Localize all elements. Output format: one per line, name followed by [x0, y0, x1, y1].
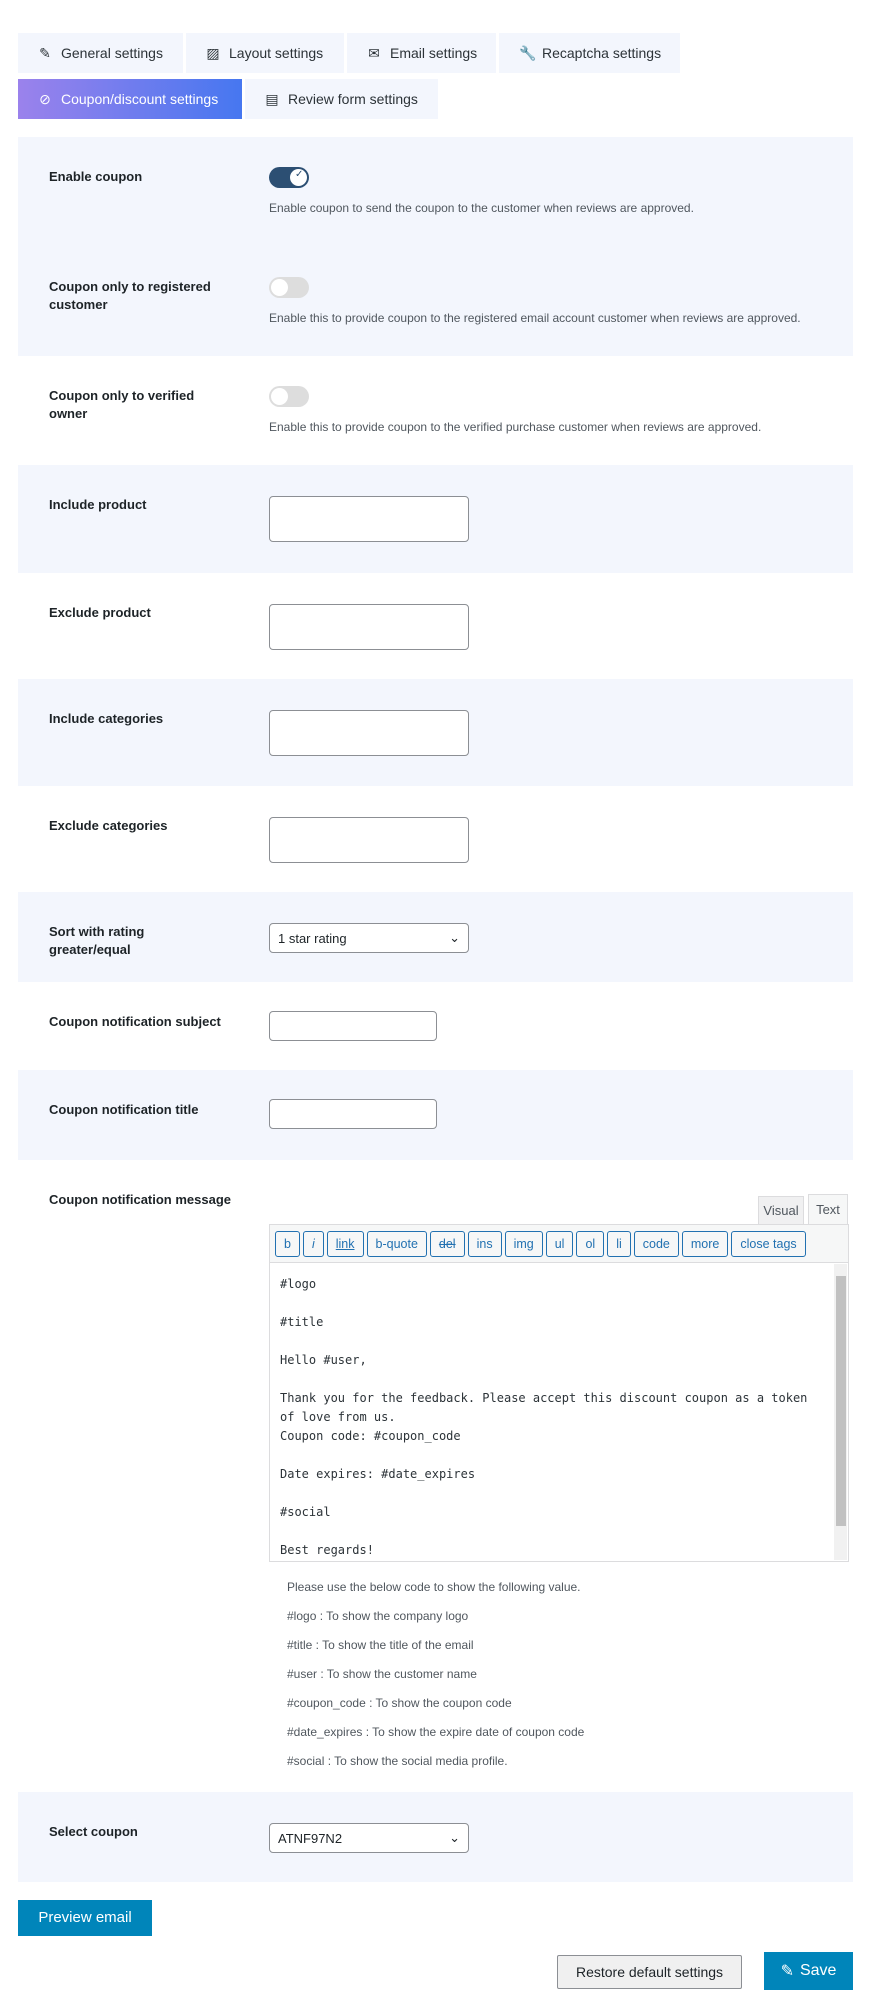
restore-default-button[interactable]: Restore default settings [557, 1955, 742, 1989]
notification-message-label: Coupon notification message [49, 1192, 232, 1207]
help-logo: #logo : To show the company logo [287, 1609, 469, 1623]
save-button[interactable]: ✎ Save [764, 1952, 853, 1990]
document-icon: ▤ [265, 90, 279, 107]
enable-coupon-desc: Enable coupon to send the coupon to the … [269, 201, 694, 215]
toolbar-button-more[interactable]: more [681, 1231, 729, 1257]
registered-customer-label: Coupon only to registered customer [49, 279, 211, 312]
check-icon: ✓ [295, 169, 304, 180]
verified-owner-toggle[interactable] [269, 386, 309, 407]
exclude-categories-label: Exclude categories [49, 818, 168, 833]
help-social: #social : To show the social media profi… [287, 1754, 508, 1768]
section-exclude-product: Exclude product [18, 573, 853, 679]
registered-customer-desc: Enable this to provide coupon to the reg… [269, 311, 801, 325]
toolbar-button-close-tags[interactable]: close tags [731, 1231, 806, 1257]
toolbar-button-i[interactable]: i [302, 1231, 324, 1257]
help-coupon-code: #coupon_code : To show the coupon code [287, 1696, 512, 1710]
toolbar-button-b[interactable]: b [275, 1231, 300, 1257]
notification-subject-label: Coupon notification subject [49, 1014, 221, 1029]
include-categories-input[interactable] [269, 710, 469, 756]
exclude-product-input[interactable] [269, 604, 469, 650]
select-coupon-select[interactable]: ATNF97N2 ⌄ [269, 1823, 469, 1853]
section-verified-owner: Coupon only to verified owner Enable thi… [18, 356, 853, 465]
section-sort-rating: Sort with rating greater/equal 1 star ra… [18, 892, 853, 982]
section-exclude-categories: Exclude categories [18, 786, 853, 892]
exclude-categories-input[interactable] [269, 817, 469, 863]
verified-owner-desc: Enable this to provide coupon to the ver… [269, 420, 762, 434]
toolbar-button-ol[interactable]: ol [576, 1231, 605, 1257]
notification-title-label: Coupon notification title [49, 1102, 199, 1117]
editor-tab-text[interactable]: Text [808, 1194, 848, 1225]
section-include-categories: Include categories [18, 679, 853, 786]
editor-scrollbar[interactable] [834, 1264, 847, 1560]
section-notification-message: Coupon notification message Visual Text … [18, 1160, 853, 1792]
select-coupon-label: Select coupon [49, 1824, 138, 1839]
section-notification-title: Coupon notification title [18, 1070, 853, 1160]
toolbar-button-img[interactable]: img [504, 1231, 543, 1257]
toolbar-button-link[interactable]: link [326, 1231, 364, 1257]
percent-icon: ⊘ [39, 90, 51, 107]
sort-rating-select[interactable]: 1 star rating ⌄ [269, 923, 469, 953]
include-categories-label: Include categories [49, 711, 164, 726]
notification-subject-input[interactable] [269, 1011, 437, 1041]
exclude-product-label: Exclude product [49, 605, 151, 620]
help-date-expires: #date_expires : To show the expire date … [287, 1725, 585, 1739]
toolbar-button-code[interactable]: code [633, 1231, 679, 1257]
edit-icon: ✎ [39, 44, 51, 61]
notification-title-input[interactable] [269, 1099, 437, 1129]
section-coupon-toggles: Enable coupon ✓ Enable coupon to send th… [18, 137, 853, 356]
editor-textarea[interactable]: #logo #title Hello #user, Thank you for … [269, 1262, 849, 1562]
section-include-product: Include product [18, 465, 853, 573]
section-select-coupon: Select coupon ATNF97N2 ⌄ [18, 1792, 853, 1882]
toolbar-button-ul[interactable]: ul [545, 1231, 574, 1257]
toolbar-button-ins[interactable]: ins [467, 1231, 502, 1257]
tab-email-settings[interactable]: ✉ Email settings [347, 33, 496, 73]
sort-rating-label: Sort with rating greater/equal [49, 924, 145, 957]
chevron-down-icon: ⌄ [449, 930, 460, 945]
help-title: #title : To show the title of the email [287, 1638, 474, 1652]
envelope-icon: ✉ [368, 44, 380, 61]
tab-layout-settings[interactable]: ▨ Layout settings [186, 33, 344, 73]
toolbar-button-del[interactable]: del [429, 1231, 465, 1257]
tab-review-form-settings[interactable]: ▤ Review form settings [245, 79, 438, 119]
verified-owner-label: Coupon only to verified owner [49, 388, 195, 421]
enable-coupon-toggle[interactable]: ✓ [269, 167, 309, 188]
include-product-input[interactable] [269, 496, 469, 542]
help-intro: Please use the below code to show the fo… [287, 1580, 581, 1594]
editor-toolbar: b i link b-quote del ins img ul ol li code more clos… [269, 1224, 849, 1263]
section-notification-subject: Coupon notification subject [18, 982, 853, 1070]
tab-coupon-discount-settings[interactable]: ⊘ Coupon/discount settings [18, 79, 242, 119]
preview-email-button[interactable]: Preview email [18, 1900, 152, 1936]
toolbar-button-b-quote[interactable]: b-quote [366, 1231, 427, 1257]
registered-customer-toggle[interactable] [269, 277, 309, 298]
chevron-down-icon: ⌄ [449, 1830, 460, 1845]
editor-tab-visual[interactable]: Visual [758, 1196, 804, 1224]
help-user: #user : To show the customer name [287, 1667, 477, 1681]
tab-recaptcha-settings[interactable]: 🔧 Recaptcha settings [499, 33, 680, 73]
enable-coupon-label: Enable coupon [49, 169, 143, 184]
wrench-icon: 🔧 [519, 44, 537, 61]
edit-icon: ✎ [780, 1963, 794, 1980]
toolbar-button-li[interactable]: li [607, 1231, 631, 1257]
tab-general-settings[interactable]: ✎ General settings [18, 33, 183, 73]
include-product-label: Include product [49, 497, 147, 512]
image-icon: ▨ [206, 44, 220, 61]
